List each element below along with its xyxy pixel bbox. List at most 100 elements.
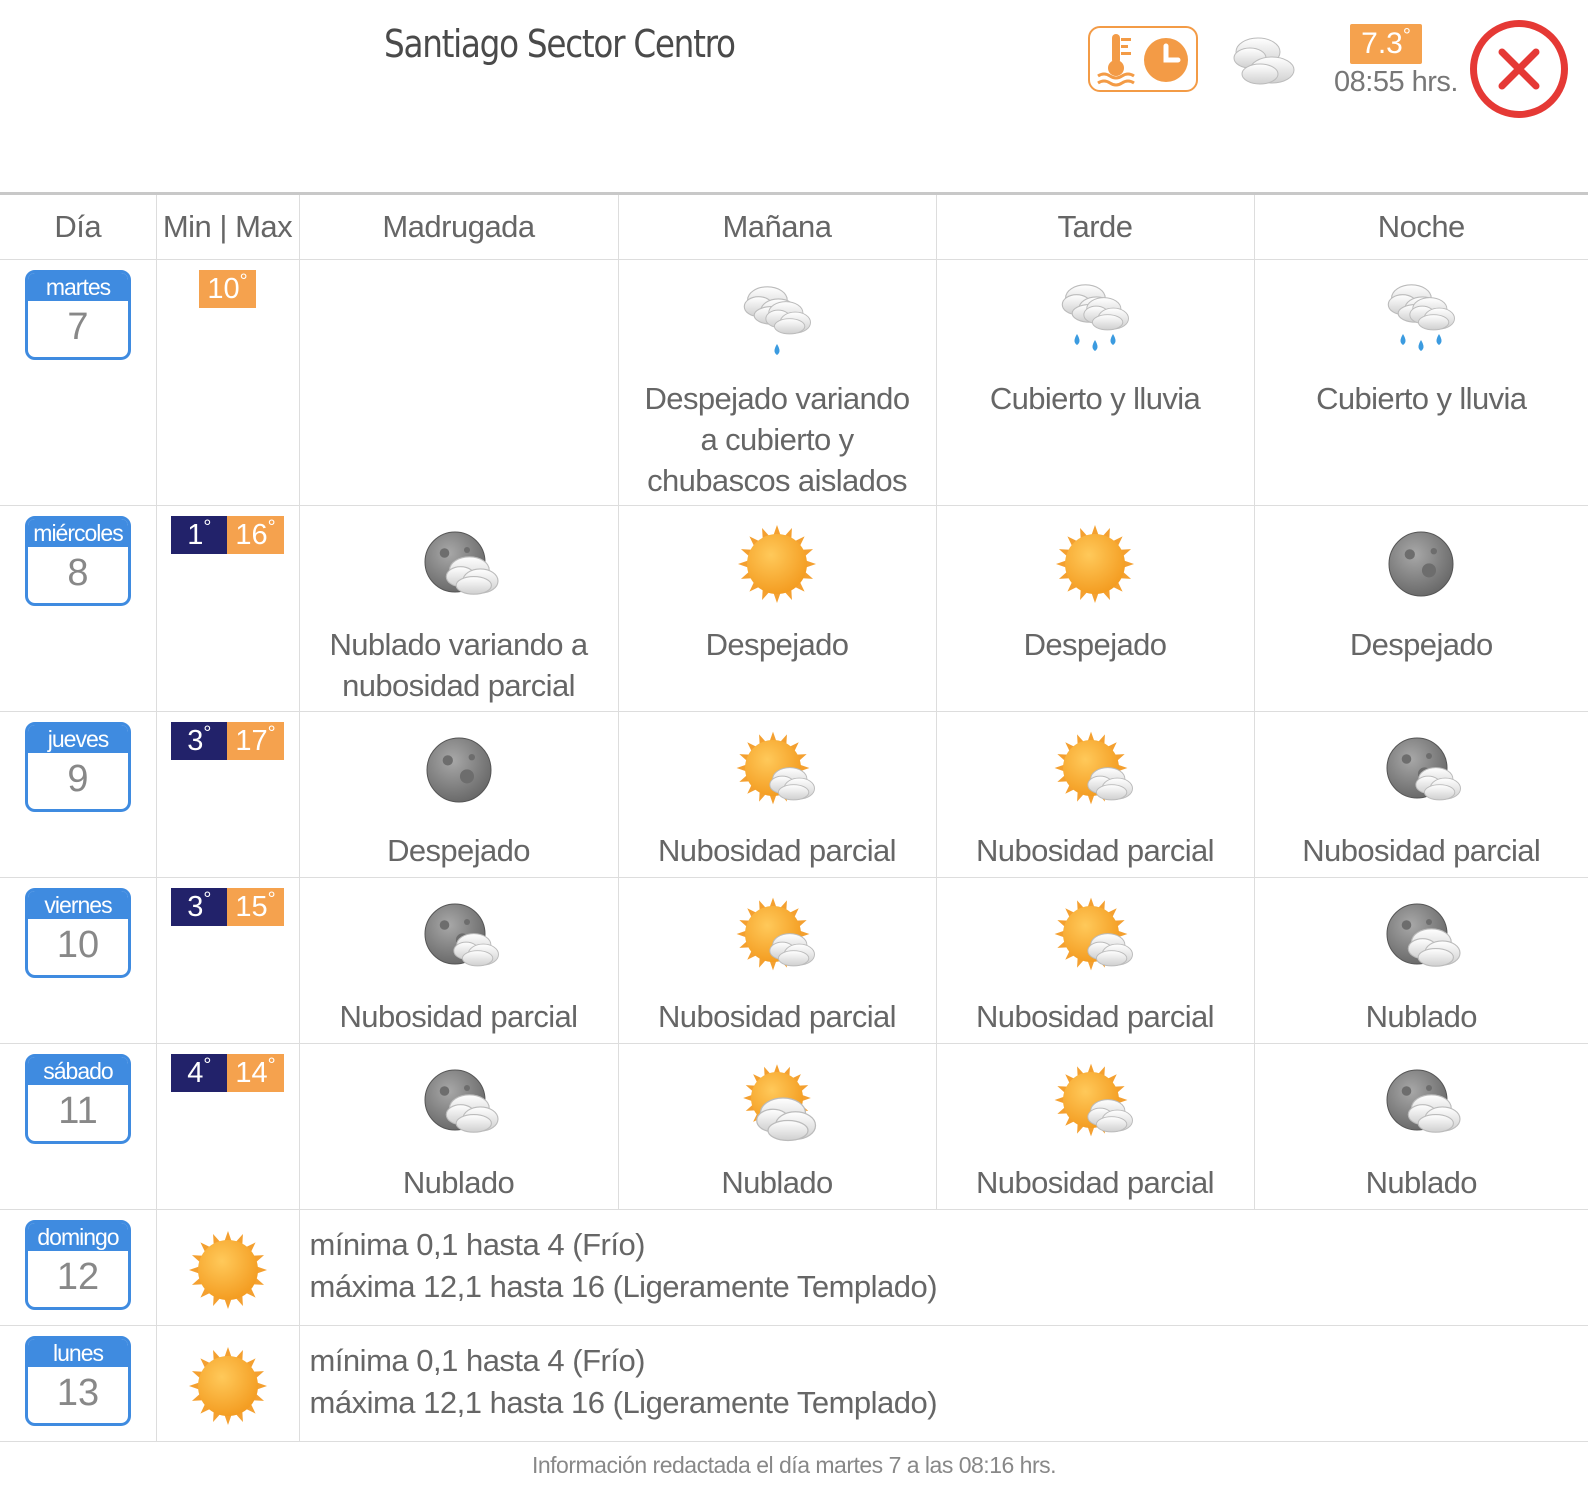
period-cell: Nubosidad parcial xyxy=(936,877,1255,1044)
day-name: miércoles xyxy=(28,519,128,547)
moon-cloud-icon xyxy=(424,903,499,967)
col-header-minmax: Min | Max xyxy=(156,193,300,260)
weather-icon xyxy=(1255,518,1588,618)
temp-cell: 4° 14° xyxy=(156,1043,300,1210)
day-calendar: domingo 12 xyxy=(25,1220,131,1310)
period-cell: Cubierto y lluvia xyxy=(936,259,1255,506)
weather-icon xyxy=(619,890,936,990)
min-temp: 3° xyxy=(171,888,228,926)
weather-description: Nublado xyxy=(721,1165,833,1200)
col-header-noche: Noche xyxy=(1254,193,1588,260)
close-button[interactable] xyxy=(1470,20,1568,118)
day-calendar: sábado 11 xyxy=(25,1054,131,1144)
history-button[interactable] xyxy=(1088,26,1198,92)
day-cell: miércoles 8 xyxy=(0,505,157,712)
period-cell: Nubosidad parcial xyxy=(1254,711,1588,878)
sun-cloud-icon xyxy=(1054,897,1133,971)
sun-cloud-icon xyxy=(736,731,815,805)
sun-cloudy-icon xyxy=(743,1064,817,1142)
day-calendar: martes 7 xyxy=(25,270,131,360)
day-calendar: jueves 9 xyxy=(25,722,131,812)
period-cell xyxy=(299,259,619,506)
summary-max: máxima 12,1 hasta 16 (Ligeramente Templa… xyxy=(309,1269,938,1304)
weather-icon xyxy=(619,724,936,824)
day-cell: jueves 9 xyxy=(0,711,157,878)
day-cell: martes 7 xyxy=(0,259,157,506)
sun-icon xyxy=(188,1347,267,1425)
col-header-day: Día xyxy=(0,193,157,260)
period-cell: Despejado xyxy=(299,711,619,878)
day-number: 8 xyxy=(67,552,89,594)
day-cell: viernes 10 xyxy=(0,877,157,1044)
min-max-temps: 3° 17° xyxy=(157,722,299,760)
day-name: lunes xyxy=(28,1339,128,1367)
weather-icon xyxy=(1255,890,1588,990)
moon-cloudy-icon xyxy=(424,531,499,595)
sun-icon xyxy=(188,1231,267,1309)
table-row: domingo 12 mínima 0,1 hasta 4 (Frío) máxima… xyxy=(0,1209,1588,1326)
weather-icon xyxy=(619,1056,936,1156)
day-calendar: miércoles 8 xyxy=(25,516,131,606)
weather-icon xyxy=(619,272,936,372)
day-cell: domingo 12 xyxy=(0,1209,157,1326)
summary-min: mínima 0,1 hasta 4 (Frío) xyxy=(309,1227,646,1262)
header: Santiago Sector Centro 7.3° 08:55 hrs. xyxy=(0,0,1588,190)
moon-cloudy-icon xyxy=(1386,1069,1461,1133)
weather-icon xyxy=(300,1056,618,1156)
sun-cloud-icon xyxy=(1054,731,1133,805)
close-icon xyxy=(1498,48,1540,90)
max-temp: 14° xyxy=(227,1054,284,1092)
period-cell: Nubosidad parcial xyxy=(618,877,937,1044)
period-cell: Nubosidad parcial xyxy=(299,877,619,1044)
period-cell: Despejado xyxy=(1254,505,1588,712)
table-header: Día Min | Max Madrugada Mañana Tarde Noc… xyxy=(0,193,1588,260)
moon-cloud-icon xyxy=(1386,737,1462,801)
weather-icon xyxy=(300,518,618,618)
min-max-temps: 4° 14° xyxy=(157,1054,299,1092)
showers-icon xyxy=(743,286,811,355)
weather-description: Nubosidad parcial xyxy=(976,1165,1215,1200)
weather-icon xyxy=(937,518,1254,618)
min-temp: 4° xyxy=(171,1054,228,1092)
weather-description: Nublado xyxy=(1365,1165,1478,1200)
day-number: 9 xyxy=(67,758,89,800)
period-cell: Cubierto y lluvia xyxy=(1254,259,1588,506)
day-name: jueves xyxy=(28,725,128,753)
col-header-tarde: Tarde xyxy=(936,193,1255,260)
weather-description: Despejado variando a cubierto y chubasco… xyxy=(644,381,911,498)
weather-description: Cubierto y lluvia xyxy=(989,381,1201,416)
forecast-table: Día Min | Max Madrugada Mañana Tarde Noc… xyxy=(0,192,1588,1442)
table-row: viernes 10 3° 15° Nubosidad parcial Nubosidad… xyxy=(0,877,1588,1044)
day-number: 12 xyxy=(56,1256,100,1298)
temp-cell: 3° 15° xyxy=(156,877,300,1044)
temp-cell: 1° 16° xyxy=(156,505,300,712)
current-time: 08:55 hrs. xyxy=(1334,66,1458,98)
sun-cloud-icon xyxy=(736,897,815,971)
weather-description: Despejado xyxy=(1349,627,1493,662)
period-cell: Despejado xyxy=(618,505,937,712)
period-cell: Nubosidad parcial xyxy=(618,711,937,878)
min-temp: 1° xyxy=(171,516,228,554)
sun-icon xyxy=(1056,525,1134,603)
period-cell: Nubosidad parcial xyxy=(936,1043,1255,1210)
summary-max: máxima 12,1 hasta 16 (Ligeramente Templa… xyxy=(309,1385,938,1420)
current-weather xyxy=(1228,26,1302,95)
table-row: martes 7 10° Despejado variando a cubierto … xyxy=(0,259,1588,506)
period-cell: Nublado xyxy=(1254,1043,1588,1210)
sun-icon xyxy=(738,525,816,603)
weather-icon xyxy=(937,1056,1254,1156)
day-calendar: viernes 10 xyxy=(25,888,131,978)
weather-description: Nubosidad parcial xyxy=(976,999,1215,1034)
table-row: miércoles 8 1° 16° Nublado variando a nubosi… xyxy=(0,505,1588,712)
period-cell: Nublado xyxy=(299,1043,619,1210)
summary-min: mínima 0,1 hasta 4 (Frío) xyxy=(309,1343,646,1378)
weather-description: Cubierto y lluvia xyxy=(1316,381,1527,416)
temp-cell: 3° 17° xyxy=(156,711,300,878)
weather-icon xyxy=(1255,724,1588,824)
weather-icon xyxy=(937,890,1254,990)
day-calendar: lunes 13 xyxy=(25,1336,131,1426)
day-name: sábado xyxy=(28,1057,128,1085)
weather-icon xyxy=(937,272,1254,372)
weather-description: Nubosidad parcial xyxy=(1302,833,1541,868)
day-number: 13 xyxy=(56,1372,100,1414)
